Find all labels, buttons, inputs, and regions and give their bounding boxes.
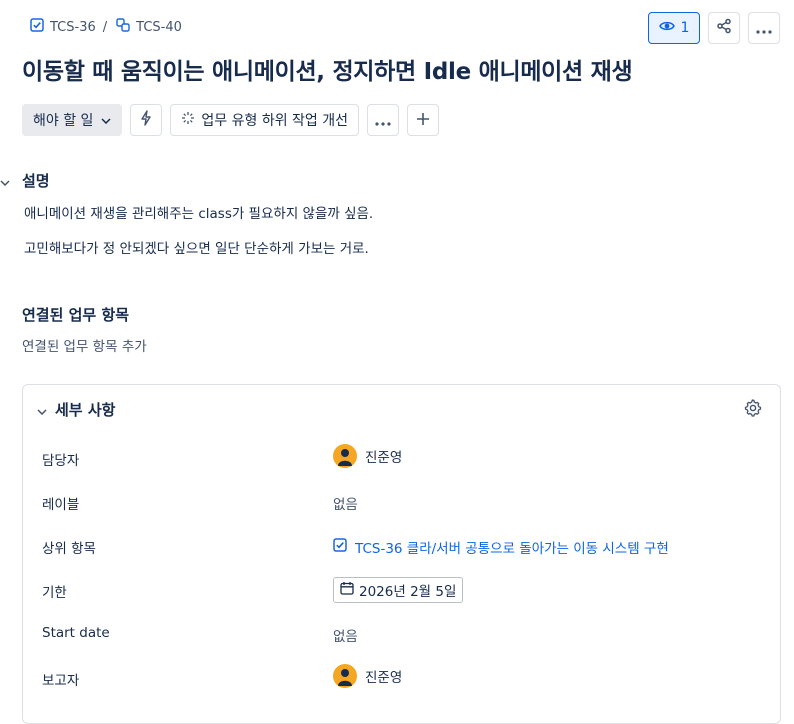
status-dropdown[interactable]: 해야 할 일 — [22, 104, 123, 136]
checkbox-icon — [30, 18, 44, 36]
lightning-icon — [140, 110, 152, 130]
more-icon — [756, 19, 772, 38]
breadcrumb-parent-label: TCS-36 — [50, 19, 96, 35]
details-heading: 세부 사항 — [55, 401, 116, 419]
automation-button[interactable] — [130, 104, 163, 136]
start-date-label: Start date — [42, 625, 110, 641]
labels-value: 없음 — [333, 497, 358, 513]
share-icon — [716, 18, 732, 38]
calendar-icon — [340, 581, 354, 599]
reporter-name: 진준영 — [365, 670, 403, 686]
plus-icon — [416, 111, 430, 130]
status-label: 해야 할 일 — [33, 113, 94, 129]
reporter-field[interactable]: 진준영 — [333, 664, 402, 688]
breadcrumb: TCS-36 / TCS-40 — [30, 17, 182, 37]
breadcrumb-current-label: TCS-40 — [136, 19, 182, 35]
toolbar-more-button[interactable] — [367, 104, 400, 136]
checkbox-icon — [333, 538, 347, 556]
avatar — [333, 444, 357, 468]
start-date-value: 없음 — [333, 629, 358, 645]
assignee-field[interactable]: 진준영 — [333, 444, 402, 468]
parent-field[interactable]: TCS-36 클라/서버 공통으로 돌아가는 이동 시스템 구현 — [333, 537, 669, 557]
add-button[interactable] — [407, 104, 440, 136]
chevron-down-icon — [101, 112, 111, 128]
sparkle-icon — [181, 111, 195, 129]
details-settings-button[interactable] — [744, 399, 762, 421]
description-heading: 설명 — [22, 172, 50, 190]
due-date-field[interactable]: 2026년 2월 5일 — [333, 577, 464, 603]
breadcrumb-current[interactable]: TCS-40 — [116, 18, 182, 36]
more-actions-button[interactable] — [748, 12, 780, 44]
improve-subtask-button[interactable]: 업무 유형 하위 작업 개선 — [170, 104, 360, 136]
more-icon — [375, 111, 391, 130]
breadcrumb-parent[interactable]: TCS-36 — [30, 18, 96, 36]
reporter-label: 보고자 — [42, 673, 80, 689]
add-linked-item-link[interactable]: 연결된 업무 항목 추가 — [22, 335, 147, 355]
watch-button[interactable]: 1 — [648, 12, 700, 44]
parent-label: 상위 항목 — [42, 541, 96, 557]
description-section: 설명 — [0, 170, 50, 191]
subtask-icon — [116, 18, 130, 36]
assignee-label: 담당자 — [42, 453, 80, 469]
start-date-field[interactable]: 없음 — [333, 625, 358, 645]
linked-items-heading: 연결된 업무 항목 — [22, 306, 130, 324]
labels-label: 레이블 — [42, 497, 80, 513]
issue-title[interactable]: 이동할 때 움직이는 애니메이션, 정지하면 Idle 애니메이션 재생 — [22, 52, 633, 86]
assignee-name: 진준영 — [365, 450, 403, 466]
chevron-down-icon — [37, 401, 47, 419]
gear-icon — [744, 399, 762, 421]
breadcrumb-separator: / — [102, 19, 108, 35]
avatar — [333, 664, 357, 688]
improve-subtask-label: 업무 유형 하위 작업 개선 — [201, 113, 349, 129]
description-header[interactable]: 설명 — [0, 170, 50, 191]
due-date-value: 2026년 2월 5일 — [359, 584, 457, 600]
share-button[interactable] — [708, 12, 740, 44]
details-header[interactable]: 세부 사항 — [37, 399, 115, 420]
header-actions: 1 — [648, 12, 780, 44]
description-paragraph[interactable]: 고민해보다가 정 안되겠다 싶으면 일단 단순하게 가보는 거로. — [24, 237, 369, 257]
watch-count: 1 — [680, 20, 690, 36]
due-date-label: 기한 — [42, 585, 67, 601]
labels-field[interactable]: 없음 — [333, 493, 358, 513]
due-date-chip[interactable]: 2026년 2월 5일 — [333, 577, 464, 603]
description-paragraph[interactable]: 애니메이션 재생을 관리해주는 class가 필요하지 않을까 싶음. — [24, 202, 373, 222]
issue-toolbar: 해야 할 일 업무 유형 하위 작업 개선 — [22, 104, 440, 136]
chevron-down-icon — [0, 171, 10, 190]
parent-link[interactable]: TCS-36 클라/서버 공통으로 돌아가는 이동 시스템 구현 — [355, 537, 669, 557]
eye-icon — [658, 20, 675, 36]
details-panel: 세부 사항 담당자 진준영 레이블 없음 상위 항목 TCS-36 클라/서버 … — [22, 384, 781, 724]
